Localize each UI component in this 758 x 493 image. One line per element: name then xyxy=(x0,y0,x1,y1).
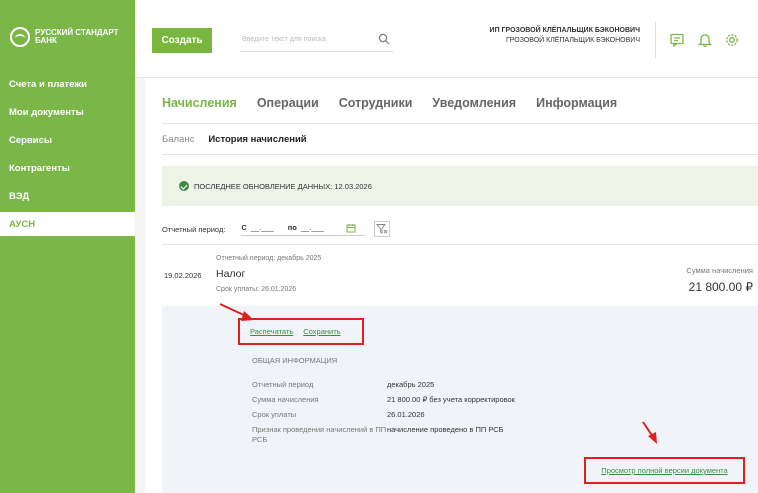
search-icon[interactable] xyxy=(378,33,390,45)
content-panel: Начисления Операции Сотрудники Уведомлен… xyxy=(145,78,758,493)
subtabs-divider xyxy=(162,154,758,155)
period-to-input[interactable]: __.___ xyxy=(301,223,324,232)
period-from-label: С xyxy=(241,223,247,232)
accrual-sum: 21 800.00 ₽ xyxy=(688,280,753,294)
full-version-link[interactable]: Просмотр полной версии документа xyxy=(601,466,727,475)
calendar-icon[interactable] xyxy=(346,223,356,233)
main-area: Начисления Операции Сотрудники Уведомлен… xyxy=(135,78,758,493)
sidebar-item-ved[interactable]: ВЭД xyxy=(0,184,135,208)
main-tabs: Начисления Операции Сотрудники Уведомлен… xyxy=(162,96,637,110)
info-value: декабрь 2025 xyxy=(387,380,435,389)
print-link[interactable]: Распечатать xyxy=(250,327,293,336)
tab-operations[interactable]: Операции xyxy=(257,96,319,110)
filter-divider xyxy=(162,244,758,245)
annotation-arrow-icon xyxy=(219,303,254,321)
save-link[interactable]: Сохранить xyxy=(303,327,340,336)
info-value: начисление проведено в ПП РСБ xyxy=(387,425,504,434)
tabs-divider xyxy=(162,123,758,124)
annotation-arrow-icon xyxy=(642,421,657,444)
info-row: Признак проведения начислений в ПП РСБ н… xyxy=(252,425,515,445)
info-label: Срок уплаты xyxy=(252,410,297,419)
sidebar-item-counterparties[interactable]: Контрагенты xyxy=(0,156,135,180)
period-to-label: по xyxy=(287,223,297,232)
accrual-date: 19.02.2026 xyxy=(164,271,202,280)
info-row: Срок уплаты 26.01.2026 xyxy=(252,410,515,420)
tab-notifications[interactable]: Уведомления xyxy=(432,96,516,110)
accrual-title: Налог xyxy=(216,268,246,280)
accrual-row[interactable]: 19.02.2026 Отчетный период: декабрь 2025… xyxy=(162,250,758,302)
info-value: 26.01.2026 xyxy=(387,410,425,419)
bell-icon[interactable] xyxy=(697,32,713,48)
info-label: Сумма начисления xyxy=(252,395,319,404)
sidebar-item-documents[interactable]: Мои документы xyxy=(0,100,135,124)
info-label: Признак проведения начислений в ПП РСБ xyxy=(252,425,387,444)
info-label: Отчетный период xyxy=(252,380,314,389)
sidebar-item-accounts[interactable]: Счета и платежи xyxy=(0,72,135,96)
header-divider xyxy=(655,22,656,58)
general-info-title: ОБЩАЯ ИНФОРМАЦИЯ xyxy=(252,356,338,365)
info-row: Отчетный период декабрь 2025 xyxy=(252,380,515,390)
tab-information[interactable]: Информация xyxy=(536,96,617,110)
sidebar-item-ausn[interactable]: АУСН xyxy=(0,212,135,236)
accrual-details: Распечатать Сохранить ОБЩАЯ ИНФОРМАЦИЯ О… xyxy=(162,306,758,493)
period-from-input[interactable]: __.___ xyxy=(251,223,274,232)
info-value: 21 800.00 ₽ без учета корректировок xyxy=(387,395,515,404)
sidebar-nav: Счета и платежи Мои документы Сервисы Ко… xyxy=(0,72,135,236)
search-box[interactable]: Введите текст для поиска xyxy=(240,30,393,52)
bank-logo[interactable]: Русский Стандарт Банк xyxy=(10,27,118,47)
accrual-period: Отчетный период: декабрь 2025 xyxy=(216,255,322,262)
tab-accruals[interactable]: Начисления xyxy=(162,96,237,110)
subtab-balance[interactable]: Баланс xyxy=(162,134,194,145)
bank-logo-icon xyxy=(10,27,30,47)
subtab-accrual-history[interactable]: История начислений xyxy=(208,134,306,145)
info-row: Сумма начисления 21 800.00 ₽ без учета к… xyxy=(252,395,515,405)
tab-employees[interactable]: Сотрудники xyxy=(339,96,413,110)
accrual-due-date: Срок уплаты: 26.01.2026 xyxy=(216,286,297,293)
sidebar-item-services[interactable]: Сервисы xyxy=(0,128,135,152)
filter-reset-icon[interactable] xyxy=(374,221,391,237)
create-button[interactable]: Создать xyxy=(152,28,212,53)
period-filter: Отчетный период: С __.___ по __.___ xyxy=(162,221,391,237)
general-info-list: Отчетный период декабрь 2025 Сумма начис… xyxy=(252,380,515,450)
top-header: Создать Введите текст для поиска ИП ГРОЗ… xyxy=(135,0,758,78)
user-info[interactable]: ИП ГРОЗОВОЙ КЛЁПАЛЬЩИК БЭКОНОВИЧ ГРОЗОВО… xyxy=(490,26,640,46)
period-label: Отчетный период: xyxy=(162,224,226,234)
sidebar: Русский Стандарт Банк Счета и платежи Мо… xyxy=(0,0,135,493)
search-input[interactable]: Введите текст для поиска xyxy=(242,36,326,43)
user-name: ГРОЗОВОЙ КЛЁПАЛЬЩИК БЭКОНОВИЧ xyxy=(505,37,640,44)
brand-name-line2: Банк xyxy=(35,36,57,45)
gear-icon[interactable] xyxy=(724,32,740,48)
chat-icon[interactable] xyxy=(669,32,685,48)
update-banner: ПОСЛЕДНЕЕ ОБНОВЛЕНИЕ ДАННЫХ: 12.03.2026 xyxy=(162,166,758,206)
accrual-sum-label: Сумма начисления xyxy=(686,266,753,275)
check-circle-icon xyxy=(179,181,189,191)
full-version-highlight-box: Просмотр полной версии документа xyxy=(584,457,745,484)
company-name: ИП ГРОЗОВОЙ КЛЁПАЛЬЩИК БЭКОНОВИЧ xyxy=(489,27,640,34)
period-range-input[interactable]: С __.___ по __.___ xyxy=(241,223,366,236)
last-update-text: ПОСЛЕДНЕЕ ОБНОВЛЕНИЕ ДАННЫХ: 12.03.2026 xyxy=(194,181,372,191)
sub-tabs: Баланс История начислений xyxy=(162,134,321,145)
